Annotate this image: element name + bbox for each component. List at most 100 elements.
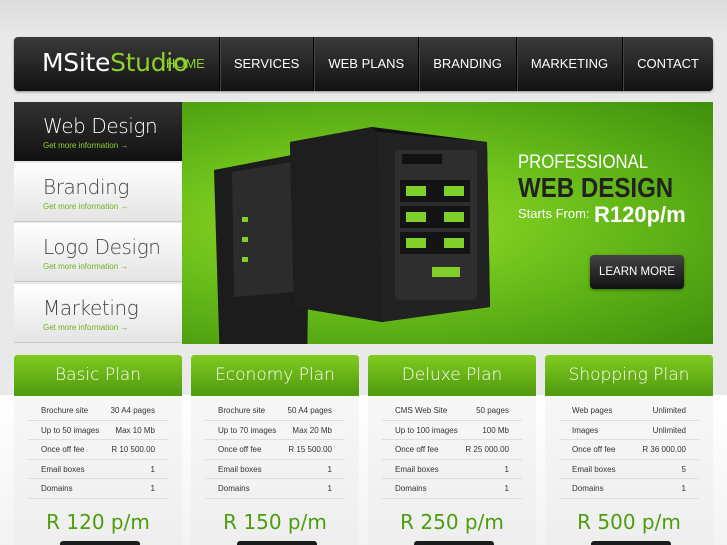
nav-marketing[interactable]: MARKETING bbox=[515, 37, 622, 91]
hero-headline: PROFESSIONAL bbox=[518, 152, 649, 173]
row-value: 1 bbox=[150, 484, 155, 493]
plan-price: R 500 p/m bbox=[577, 509, 681, 534]
plan-price: R 150 p/m bbox=[223, 509, 327, 534]
plan-row: Up to 70 images Max 20 Mb bbox=[205, 421, 345, 440]
plan-row: Brochure site 30 A4 pages bbox=[28, 401, 168, 421]
plan-price: R 250 p/m bbox=[400, 509, 504, 534]
plan-card-basic: Basic Plan Brochure site 30 A4 pages Up t… bbox=[14, 355, 182, 545]
sidebar-item-marketing[interactable]: Marketing Get more information → bbox=[14, 284, 182, 343]
row-value: Unlimited bbox=[652, 406, 686, 415]
row-value: R 15 500.00 bbox=[288, 445, 332, 454]
server-rack-image bbox=[214, 127, 490, 344]
row-value: R 10 500.00 bbox=[111, 445, 155, 454]
nav-menu: HOME SERVICES WEB PLANS BRANDING MARKETI… bbox=[152, 37, 713, 91]
more-info-link[interactable]: Get more information → bbox=[43, 323, 128, 332]
row-value: 50 pages bbox=[476, 406, 509, 415]
row-value: 1 bbox=[504, 484, 509, 493]
row-label: Brochure site bbox=[218, 406, 266, 415]
plan-row: Up to 100 images 100 Mb bbox=[382, 421, 522, 440]
more-info-link[interactable]: Get more information → bbox=[43, 202, 128, 211]
plan-row: Once off fee R 10 500.00 bbox=[28, 440, 168, 460]
plan-select-button[interactable] bbox=[60, 541, 140, 545]
nav-contact[interactable]: CONTACT bbox=[622, 37, 713, 91]
learn-more-button[interactable]: LEARN MORE bbox=[590, 255, 684, 289]
plan-row: CMS Web Site 50 pages bbox=[382, 401, 522, 421]
plan-select-button[interactable] bbox=[591, 541, 671, 545]
plan-row: Once off fee R 36 000.00 bbox=[559, 440, 699, 460]
plan-row: Domains 1 bbox=[382, 479, 522, 499]
sidebar-item-web-design[interactable]: Web Design Get more information → bbox=[14, 102, 226, 162]
nav-home[interactable]: HOME bbox=[152, 37, 219, 91]
hero-price: R120p/m bbox=[594, 202, 686, 227]
plan-features: Web pages Unlimited Images Unlimited Once … bbox=[545, 401, 713, 499]
row-label: Domains bbox=[395, 484, 427, 493]
row-value: 1 bbox=[327, 484, 332, 493]
row-value: R 25 000.00 bbox=[465, 445, 509, 454]
logo-part1: MSite bbox=[42, 48, 111, 77]
plan-select-button[interactable] bbox=[414, 541, 494, 545]
plan-row: Once off fee R 25 000.00 bbox=[382, 440, 522, 460]
row-label: Domains bbox=[218, 484, 250, 493]
sidebar-item-label: Branding bbox=[43, 175, 129, 199]
row-label: Email boxes bbox=[572, 464, 616, 474]
plan-row: Email boxes 1 bbox=[382, 460, 522, 479]
plan-row: Email boxes 5 bbox=[559, 460, 699, 479]
row-label: Email boxes bbox=[395, 464, 439, 474]
row-label: Once off fee bbox=[572, 445, 616, 454]
row-label: Once off fee bbox=[218, 445, 262, 454]
hero-title: WEB DESIGN bbox=[518, 172, 674, 203]
nav-web-plans[interactable]: WEB PLANS bbox=[313, 37, 418, 91]
top-strip bbox=[0, 0, 727, 37]
sidebar-item-label: Web Design bbox=[43, 114, 158, 138]
row-label: Email boxes bbox=[41, 464, 85, 474]
sidebar-item-label: Logo Design bbox=[43, 235, 161, 259]
plan-row: Domains 1 bbox=[205, 479, 345, 499]
nav-services[interactable]: SERVICES bbox=[218, 37, 314, 91]
plan-row: Domains 1 bbox=[28, 479, 168, 499]
plan-select-button[interactable] bbox=[237, 541, 317, 545]
more-info-link[interactable]: Get more information → bbox=[43, 141, 128, 150]
plan-title: Deluxe Plan bbox=[368, 355, 536, 396]
plan-price: R 120 p/m bbox=[46, 509, 150, 534]
plan-features: CMS Web Site 50 pages Up to 100 images 100… bbox=[368, 401, 536, 499]
more-info-link[interactable]: Get more information → bbox=[43, 262, 128, 271]
plan-title: Basic Plan bbox=[14, 355, 182, 396]
plan-row: Images Unlimited bbox=[559, 421, 699, 440]
plan-row: Email boxes 1 bbox=[28, 460, 168, 479]
plan-card-shopping: Shopping Plan Web pages Unlimited Images U… bbox=[545, 355, 713, 545]
row-value: 100 Mb bbox=[482, 425, 509, 435]
row-value: 5 bbox=[681, 464, 686, 474]
row-value: 1 bbox=[681, 484, 686, 493]
row-value: 1 bbox=[504, 464, 509, 474]
main-navbar: MSiteStudio HOME SERVICES WEB PLANS BRAN… bbox=[14, 37, 713, 91]
row-label: Once off fee bbox=[41, 445, 85, 454]
row-label: Domains bbox=[572, 484, 604, 493]
nav-branding[interactable]: BRANDING bbox=[418, 37, 516, 91]
row-label: Web pages bbox=[572, 406, 613, 415]
row-value: 30 A4 pages bbox=[110, 406, 155, 415]
plan-title: Economy Plan bbox=[191, 355, 359, 396]
plan-row: Brochure site 50 A4 pages bbox=[205, 401, 345, 421]
row-label: Images bbox=[572, 425, 599, 435]
row-label: CMS Web Site bbox=[395, 406, 448, 415]
row-label: Brochure site bbox=[41, 406, 89, 415]
plan-card-economy: Economy Plan Brochure site 50 A4 pages Up… bbox=[191, 355, 359, 545]
plan-features: Brochure site 50 A4 pages Up to 70 images… bbox=[191, 401, 359, 499]
row-value: 50 A4 pages bbox=[287, 406, 332, 415]
sidebar-item-label: Marketing bbox=[43, 296, 139, 320]
plan-row: Once off fee R 15 500.00 bbox=[205, 440, 345, 460]
plan-title: Shopping Plan bbox=[545, 355, 713, 396]
plan-row: Up to 50 images Max 10 Mb bbox=[28, 421, 168, 440]
plan-row: Domains 1 bbox=[559, 479, 699, 499]
plan-row: Email boxes 1 bbox=[205, 460, 345, 479]
sidebar-item-branding[interactable]: Branding Get more information → bbox=[14, 163, 182, 222]
row-label: Up to 70 images bbox=[218, 425, 277, 435]
row-value: Max 10 Mb bbox=[115, 425, 155, 435]
hero-starts-label: Starts From: bbox=[518, 206, 590, 221]
row-label: Once off fee bbox=[395, 445, 439, 454]
sidebar-item-logo-design[interactable]: Logo Design Get more information → bbox=[14, 223, 182, 282]
plan-features: Brochure site 30 A4 pages Up to 50 images… bbox=[14, 401, 182, 499]
row-value: 1 bbox=[327, 464, 332, 474]
row-value: R 36 000.00 bbox=[642, 445, 686, 454]
plan-row: Web pages Unlimited bbox=[559, 401, 699, 421]
